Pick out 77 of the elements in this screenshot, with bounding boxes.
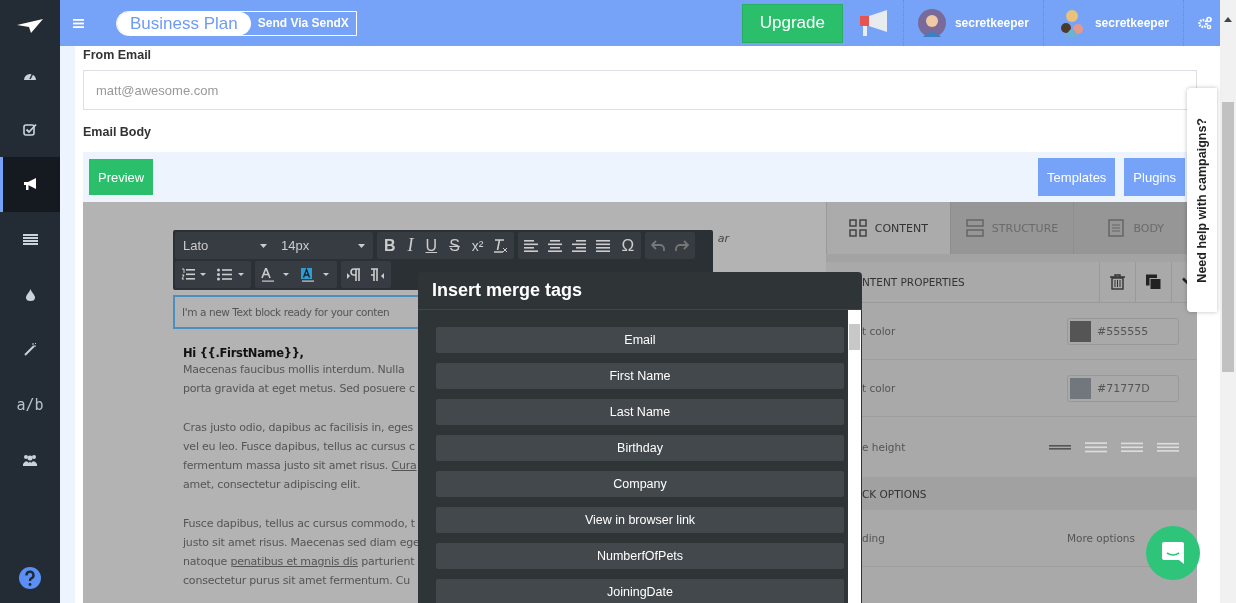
sidebar-item[interactable]: a/b xyxy=(0,377,60,432)
merge-tag-button[interactable]: Company xyxy=(436,471,844,497)
body-text-line: fermentum massa justo sit amet risus. Cura xyxy=(183,458,417,474)
preheader-text: ar xyxy=(717,232,729,247)
merge-tag-button[interactable]: NumberfOfPets xyxy=(436,543,844,569)
format-button[interactable]: I xyxy=(406,235,415,256)
property-label: ding xyxy=(861,532,885,544)
greeting-text: Hi {{.FirstName}}, xyxy=(183,346,305,360)
paper-plane-logo-icon[interactable] xyxy=(17,19,43,33)
special-character-button[interactable]: Ω xyxy=(620,235,636,256)
users-icon xyxy=(22,453,38,466)
scrollbar[interactable] xyxy=(1220,0,1236,603)
format-button[interactable]: S xyxy=(448,236,461,255)
send-via-label: Send Via SendX xyxy=(256,16,350,30)
format-button[interactable]: U xyxy=(424,236,439,255)
merge-tag-button[interactable]: JoiningDate xyxy=(436,579,844,603)
drop-icon xyxy=(25,288,35,301)
property-label: t color xyxy=(861,325,896,337)
list-icon xyxy=(22,234,38,245)
body-text-line: natoque penatibus et magnis dis parturient xyxy=(183,554,415,570)
font-color-icon[interactable] xyxy=(261,267,291,282)
merge-tag-button[interactable]: Email xyxy=(436,327,844,353)
plan-badge: Business Plan xyxy=(117,11,251,35)
body-text-line: Cras justo odio, dapibus ac facilisis in, eges xyxy=(183,420,414,436)
magic-wand-icon xyxy=(23,343,37,356)
field-label: From Email xyxy=(83,48,153,64)
merge-tag-button[interactable]: Last Name xyxy=(436,399,844,425)
dialog-scrollbar[interactable] xyxy=(848,310,861,603)
body-text-line: amet, consectetur adipiscing elit. xyxy=(183,477,361,493)
megaphone-icon[interactable] xyxy=(858,9,889,37)
body-text-line: consectetur purus sit amet fermentum. Cu xyxy=(183,573,411,589)
section-title: CK OPTIONS xyxy=(861,487,927,500)
align-center-icon[interactable] xyxy=(548,239,563,252)
format-button[interactable]: x² xyxy=(470,237,485,254)
help-icon[interactable] xyxy=(19,567,41,589)
dialog-title: Insert merge tags xyxy=(418,272,862,310)
grid-icon xyxy=(848,219,867,237)
property-label: t color xyxy=(861,382,896,394)
body-text-line: Maecenas faucibus mollis interdum. Nulla xyxy=(183,362,405,378)
align-left-icon[interactable] xyxy=(524,239,539,252)
right-to-left-icon[interactable] xyxy=(371,267,385,282)
sidebar-item[interactable] xyxy=(0,157,60,212)
megaphone-icon xyxy=(22,178,38,191)
section-title: NTENT PROPERTIES xyxy=(861,276,965,288)
align-right-icon[interactable] xyxy=(572,239,587,252)
chat-icon xyxy=(1161,541,1185,565)
caret-icon xyxy=(260,243,267,248)
justify-icon[interactable] xyxy=(596,239,611,252)
clear-format-icon[interactable] xyxy=(494,238,509,253)
property-label: e height xyxy=(861,441,906,453)
font-dropdown[interactable]: Lato xyxy=(181,238,269,253)
scroll-up-icon[interactable] xyxy=(1224,17,1232,22)
field-label: Email Body xyxy=(83,125,153,141)
body-text-line: porta gravida at eget metus. Sed posuere c xyxy=(183,381,415,397)
merge-tag-button[interactable]: First Name xyxy=(436,363,844,389)
merge-tag-button[interactable]: View in browser link xyxy=(436,507,844,533)
background-color-icon[interactable] xyxy=(301,267,331,282)
format-button[interactable]: B xyxy=(383,236,397,255)
body-text-line: Fusce dapibus, tellus ac cursus commodo, t xyxy=(183,516,415,532)
bullet-list-icon[interactable] xyxy=(217,268,245,281)
help-tooltip[interactable]: Need help with campaigns? xyxy=(1187,88,1217,312)
body-link[interactable]: Cura xyxy=(391,459,417,472)
body-link[interactable]: penatibus et magnis dis xyxy=(230,555,358,568)
caret-icon xyxy=(358,243,365,248)
body-text-line: vel eu leo. Fusce dapibus, tellus ac cursus c xyxy=(183,439,415,455)
rows-icon xyxy=(965,219,984,237)
left-to-right-icon[interactable] xyxy=(347,267,361,282)
size-dropdown[interactable]: 14px xyxy=(279,238,367,253)
merge-tag-button[interactable]: Birthday xyxy=(436,435,844,461)
page-icon xyxy=(1107,219,1126,237)
redo-icon[interactable] xyxy=(675,239,690,252)
from-email-field[interactable]: matt@awesome.com xyxy=(83,70,1197,110)
numbered-list-icon[interactable] xyxy=(181,268,207,281)
checkbox-icon xyxy=(23,123,37,136)
text-block[interactable]: I'm a new Text block ready for your conten xyxy=(173,295,418,329)
avatar-icon[interactable] xyxy=(917,9,946,37)
undo-icon[interactable] xyxy=(651,239,666,252)
